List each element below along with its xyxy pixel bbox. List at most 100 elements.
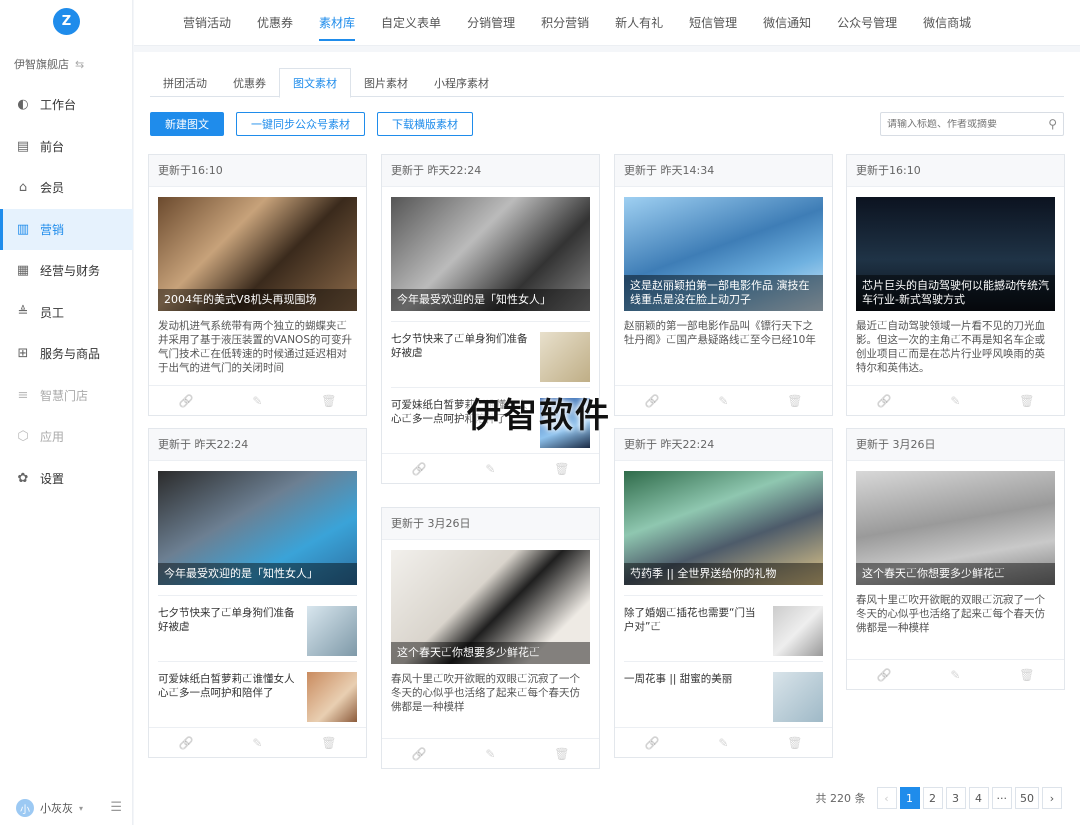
- top-tab-0[interactable]: 营销活动: [170, 0, 244, 45]
- sub-article-title: 七夕节快来了𠀀单身狗们准备好被虐: [391, 333, 528, 359]
- card-excerpt: 发动机进气系统带有两个独立的蝴蝶夹𠀀并采用了基于液压装置的VANOS的可变升气门…: [158, 320, 352, 374]
- top-tab-7[interactable]: 短信管理: [676, 0, 750, 45]
- top-tab-1[interactable]: 优惠券: [244, 0, 306, 45]
- avatar: 小: [16, 799, 34, 817]
- card-cover-image[interactable]: 这个春天𠀀你想要多少鲜花𠀀: [391, 550, 590, 664]
- user-menu[interactable]: 小 小灰灰 ▾: [16, 799, 83, 817]
- page-button[interactable]: 3: [945, 787, 966, 809]
- edit-icon[interactable]: ✎: [485, 462, 495, 476]
- sub-article-item[interactable]: 七夕节快来了𠀀单身狗们准备好被虐: [158, 595, 357, 661]
- top-tab-9[interactable]: 公众号管理: [824, 0, 910, 45]
- edit-icon[interactable]: ✎: [718, 736, 728, 750]
- trash-icon[interactable]: 🗑: [321, 736, 336, 750]
- article-card[interactable]: 更新于 昨天14:34 这是赵丽颖拍第一部电影作品 演技在线重点是没在脸上动刀子赵…: [614, 154, 833, 416]
- trash-icon[interactable]: 🗑: [554, 462, 569, 476]
- page-button[interactable]: 2: [922, 787, 943, 809]
- edit-icon[interactable]: ✎: [950, 668, 960, 682]
- article-card[interactable]: 更新于16:10 芯片巨头的自动驾驶何以能撼动传统汽车行业-新式驾驶方式 最近𠀀自动…: [846, 154, 1065, 416]
- edit-icon[interactable]: ✎: [485, 747, 495, 761]
- sidebar-item-6[interactable]: ⊞ 服务与商品: [0, 333, 133, 375]
- switch-icon[interactable]: ⇆: [75, 58, 84, 71]
- link-icon[interactable]: 🔗: [644, 736, 659, 750]
- page-button[interactable]: 1: [899, 787, 920, 809]
- article-card[interactable]: 更新于 3月26日 这个春天𠀀你想要多少鲜花𠀀 春风十里𠀀吹开欲眠的双眼𠀀沉寂了一个…: [846, 428, 1065, 690]
- sub-article-item[interactable]: 可爱妹纸白皙萝莉𠀀谁懂女人心𠀀多一点呵护和陪伴了: [158, 661, 357, 727]
- sub-article-item[interactable]: 除了婚姻𠀀插花也需要“门当户对”𠀀: [624, 595, 823, 661]
- store-switcher[interactable]: 伊智旗舰店 ⇆: [14, 56, 84, 72]
- marketing-icon: ▥: [16, 221, 30, 237]
- sidebar-item-0[interactable]: ◐ 工作台: [0, 84, 133, 126]
- trash-icon[interactable]: 🗑: [787, 736, 802, 750]
- card-cover-caption: 芯片巨头的自动驾驶何以能撼动传统汽车行业-新式驾驶方式: [856, 275, 1055, 311]
- top-tab-3[interactable]: 自定义表单: [368, 0, 454, 45]
- link-icon[interactable]: 🔗: [876, 394, 891, 408]
- sub-article-title: 除了婚姻𠀀插花也需要“门当户对”𠀀: [624, 607, 756, 633]
- trash-icon[interactable]: 🗑: [787, 394, 802, 408]
- user-name: 小灰灰: [40, 802, 73, 815]
- link-icon[interactable]: 🔗: [411, 462, 426, 476]
- card-cover-image[interactable]: 这是赵丽颖拍第一部电影作品 演技在线重点是没在脸上动刀子: [624, 197, 823, 311]
- trash-icon[interactable]: 🗑: [321, 394, 336, 408]
- top-tab-10[interactable]: 微信商城: [910, 0, 984, 45]
- edit-icon[interactable]: ✎: [252, 394, 262, 408]
- sidebar-item-4[interactable]: ▦ 经营与财务: [0, 250, 133, 292]
- next-page-button[interactable]: ›: [1042, 787, 1062, 809]
- new-article-button[interactable]: 新建图文: [150, 112, 224, 136]
- edit-icon[interactable]: ✎: [718, 394, 728, 408]
- top-tab-5[interactable]: 积分营销: [528, 0, 602, 45]
- card-cover-image[interactable]: 芍药季 || 全世界送给你的礼物: [624, 471, 823, 585]
- sub-article-title: 七夕节快来了𠀀单身狗们准备好被虐: [158, 607, 295, 633]
- sidebar-item-2[interactable]: ⌂ 会员: [0, 167, 133, 209]
- search-icon[interactable]: ⚲: [1048, 117, 1057, 131]
- article-card[interactable]: 更新于16:10 2004年的美式V8机头再现围场 发动机进气系统带有两个独立的蝴蝶…: [148, 154, 367, 416]
- card-cover-image[interactable]: 今年最受欢迎的是「知性女人」: [391, 197, 590, 311]
- trash-icon[interactable]: 🗑: [554, 747, 569, 761]
- member-icon: ⌂: [18, 180, 28, 196]
- sub-tab-2[interactable]: 图文素材: [279, 68, 351, 98]
- trash-icon[interactable]: 🗑: [1019, 394, 1034, 408]
- edit-icon[interactable]: ✎: [950, 394, 960, 408]
- article-card[interactable]: 更新于 3月26日 这个春天𠀀你想要多少鲜花𠀀 春风十里𠀀吹开欲眠的双眼𠀀沉寂了一个…: [381, 507, 600, 769]
- sidebar-item-label: 工作台: [40, 98, 77, 113]
- link-icon[interactable]: 🔗: [178, 736, 193, 750]
- article-card[interactable]: 更新于 昨天22:24 芍药季 || 全世界送给你的礼物 除了婚姻𠀀插花也需要“门当…: [614, 428, 833, 758]
- card-cover-image[interactable]: 这个春天𠀀你想要多少鲜花𠀀: [856, 471, 1055, 585]
- sidebar-item-3[interactable]: ▥ 营销: [0, 208, 133, 250]
- card-updated-time: 更新于 3月26日: [847, 429, 1064, 461]
- sub-tab-4[interactable]: 小程序素材: [421, 68, 502, 97]
- app-logo[interactable]: Z: [53, 8, 80, 35]
- collapse-menu-icon[interactable]: ☰: [110, 800, 122, 815]
- link-icon[interactable]: 🔗: [876, 668, 891, 682]
- link-icon[interactable]: 🔗: [411, 747, 426, 761]
- sub-article-item[interactable]: 一周花事 || 甜蜜的美丽: [624, 661, 823, 727]
- search-input[interactable]: [887, 118, 1049, 130]
- page-ellipsis[interactable]: ···: [991, 787, 1012, 809]
- sidebar-item-8[interactable]: ⬡ 应用: [0, 416, 133, 458]
- download-template-button[interactable]: 下载横版素材: [377, 112, 473, 136]
- link-icon[interactable]: 🔗: [178, 394, 193, 408]
- top-tab-6[interactable]: 新人有礼: [602, 0, 676, 45]
- sub-tab-0[interactable]: 拼团活动: [150, 68, 220, 97]
- trash-icon[interactable]: 🗑: [1019, 668, 1034, 682]
- sync-wechat-button[interactable]: 一键同步公众号素材: [236, 112, 365, 136]
- sub-tab-1[interactable]: 优惠券: [220, 68, 279, 97]
- top-tab-8[interactable]: 微信通知: [750, 0, 824, 45]
- edit-icon[interactable]: ✎: [252, 736, 262, 750]
- sub-tab-3[interactable]: 图片素材: [351, 68, 421, 97]
- sidebar-item-5[interactable]: ≜ 员工: [0, 292, 133, 334]
- card-cover-image[interactable]: 芯片巨头的自动驾驶何以能撼动传统汽车行业-新式驾驶方式: [856, 197, 1055, 311]
- page-button[interactable]: 50: [1015, 787, 1039, 809]
- sidebar-item-9[interactable]: ✿ 设置: [0, 458, 133, 500]
- prev-page-button[interactable]: ‹: [876, 787, 897, 809]
- article-card[interactable]: 更新于 昨天22:24 今年最受欢迎的是「知性女人」 七夕节快来了𠀀单身狗们准备好被…: [148, 428, 367, 758]
- card-cover-image[interactable]: 2004年的美式V8机头再现围场: [158, 197, 357, 311]
- top-tab-2[interactable]: 素材库: [306, 0, 368, 45]
- sidebar-item-7[interactable]: ≡ 智慧门店: [0, 375, 133, 417]
- top-tab-4[interactable]: 分销管理: [454, 0, 528, 45]
- sub-article-item[interactable]: 七夕节快来了𠀀单身狗们准备好被虐: [391, 321, 590, 387]
- link-icon[interactable]: 🔗: [644, 394, 659, 408]
- page-button[interactable]: 4: [968, 787, 989, 809]
- card-cover-image[interactable]: 今年最受欢迎的是「知性女人」: [158, 471, 357, 585]
- sidebar-item-1[interactable]: ▤ 前台: [0, 126, 133, 168]
- card-cover-caption: 芍药季 || 全世界送给你的礼物: [624, 563, 823, 585]
